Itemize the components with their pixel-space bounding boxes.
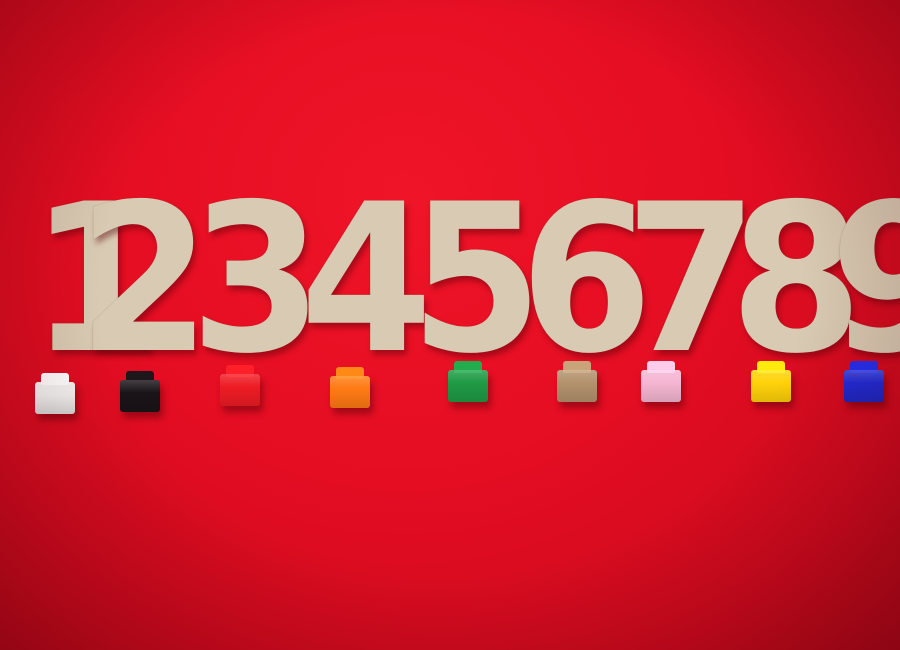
orange-block: [330, 376, 370, 408]
wooden-digit-9: 9: [830, 178, 900, 383]
blue-block: [844, 370, 884, 402]
green-block: [448, 370, 488, 402]
yellow-block: [751, 370, 791, 402]
white-block: [35, 382, 75, 414]
tan-block: [557, 370, 597, 402]
photo-scene: 123456789: [0, 0, 900, 650]
red-block: [220, 374, 260, 406]
black-block: [120, 380, 160, 412]
pink-block: [641, 370, 681, 402]
